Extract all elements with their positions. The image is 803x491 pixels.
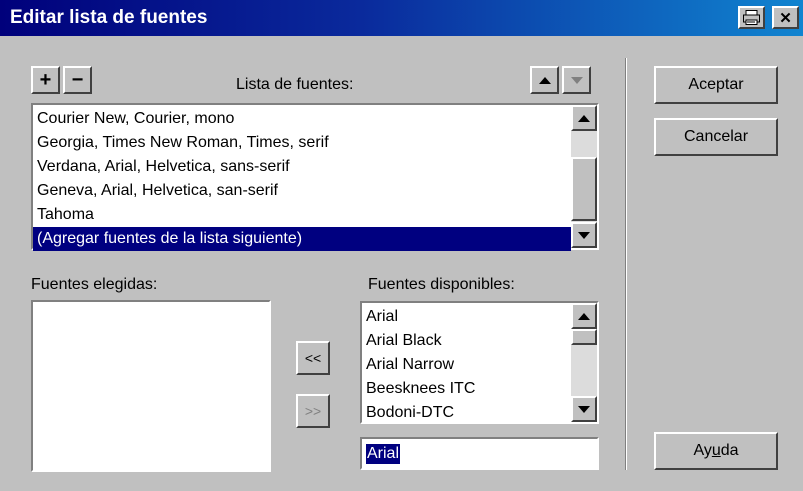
scroll-down-icon (578, 231, 590, 239)
ok-button[interactable]: Aceptar (654, 66, 778, 104)
available-fonts-items: Arial Arial Black Arial Narrow Beesknees IT… (362, 305, 571, 425)
avail-scroll-up-button[interactable] (571, 303, 597, 329)
help-label: Ayuda (693, 442, 739, 459)
arrow-up-icon (538, 76, 551, 84)
font-list-item[interactable]: Geneva, Arial, Helvetica, san-serif (33, 179, 571, 203)
available-fonts-label: Fuentes disponibles: (368, 276, 515, 293)
font-list-item[interactable]: Verdana, Arial, Helvetica, sans-serif (33, 155, 571, 179)
window-title: Editar lista de fuentes (10, 7, 208, 28)
close-button[interactable]: ✕ (772, 6, 799, 29)
font-list-item[interactable]: Georgia, Times New Roman, Times, serif (33, 131, 571, 155)
cancel-label: Cancelar (683, 128, 749, 145)
font-list-item[interactable]: (Agregar fuentes de la lista siguiente) (33, 227, 571, 251)
add-to-chosen-button[interactable]: << (296, 341, 330, 375)
avail-scroll-down-button[interactable] (571, 396, 597, 422)
chosen-fonts-label: Fuentes elegidas: (31, 276, 158, 293)
scroll-down-button[interactable] (571, 222, 597, 248)
scroll-thumb[interactable] (571, 157, 597, 221)
minus-icon: − (71, 68, 84, 91)
font-list-item[interactable]: Courier New, Courier, mono (33, 107, 571, 131)
remove-from-chosen-label: >> (304, 403, 322, 419)
plus-icon: + (39, 68, 52, 91)
cancel-button[interactable]: Cancelar (654, 118, 778, 156)
available-fonts-scrollbar[interactable] (571, 303, 597, 422)
scroll-up-icon (578, 114, 590, 122)
scroll-up-button[interactable] (571, 105, 597, 131)
available-font-item[interactable]: Arial (362, 305, 571, 329)
font-list-box[interactable]: Courier New, Courier, mono Georgia, Times… (31, 103, 599, 251)
avail-scroll-thumb[interactable] (571, 329, 597, 345)
printer-icon[interactable] (738, 6, 765, 29)
available-fonts-list[interactable]: Arial Arial Black Arial Narrow Beesknees IT… (360, 301, 599, 424)
ok-label: Aceptar (688, 76, 744, 93)
font-name-input[interactable]: Arial (360, 437, 599, 470)
add-to-chosen-label: << (304, 350, 322, 366)
remove-font-list-button[interactable]: − (63, 66, 92, 94)
title-bar: Editar lista de fuentes ✕ (0, 0, 803, 36)
close-icon: ✕ (779, 9, 792, 27)
font-list-items: Courier New, Courier, mono Georgia, Times… (33, 107, 571, 251)
move-down-button[interactable] (562, 66, 591, 94)
avail-scroll-down-icon (578, 405, 590, 413)
remove-from-chosen-button[interactable]: >> (296, 394, 330, 428)
avail-scroll-up-icon (578, 312, 590, 320)
font-list-label: Lista de fuentes: (236, 76, 354, 93)
arrow-down-icon (570, 76, 583, 84)
move-up-button[interactable] (530, 66, 559, 94)
chosen-fonts-list[interactable] (31, 300, 271, 472)
font-name-value: Arial (366, 444, 401, 464)
help-button[interactable]: Ayuda (654, 432, 778, 470)
available-font-item[interactable]: Arial Narrow (362, 353, 571, 377)
available-font-item[interactable]: Beesknees ITC (362, 377, 571, 401)
available-font-item[interactable]: Arial Black (362, 329, 571, 353)
vertical-separator (625, 58, 627, 470)
font-list-item[interactable]: Tahoma (33, 203, 571, 227)
available-font-item[interactable]: Bodoni-DTC (362, 401, 571, 425)
add-font-list-button[interactable]: + (31, 66, 60, 94)
font-list-scrollbar[interactable] (571, 105, 597, 248)
